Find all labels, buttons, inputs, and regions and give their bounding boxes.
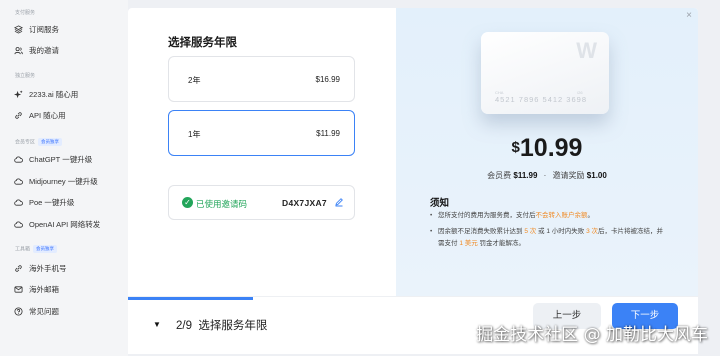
step-indicator: 2/9 选择服务年限 [176, 320, 268, 332]
sidebar-item-label: 海外邮箱 [29, 285, 59, 294]
sidebar-item-2233ai[interactable]: 2233.ai 随心用 [14, 89, 78, 100]
help-icon [14, 307, 23, 316]
virtual-card-image: W CHA /26 4521 7896 5412 3698 [481, 32, 609, 114]
section-title-payment: 支付服务 [15, 10, 36, 16]
notice-item: 您所支付的费用为服务费，支付后不会转入账户余额。 [430, 210, 665, 222]
sidebar-item-label: 2233.ai 随心用 [29, 90, 79, 99]
invite-code-box: ✓ 已使用邀请码 D4X7JXA7 [168, 185, 355, 220]
invite-code: D4X7JXA7 [282, 198, 327, 208]
plan-label: 2年 [188, 76, 201, 85]
check-circle-icon: ✓ [182, 197, 193, 208]
sidebar-item-label: 海外手机号 [29, 264, 67, 273]
card-number: 4521 7896 5412 3698 [495, 95, 587, 104]
sidebar-item-email[interactable]: 海外邮箱 [14, 284, 59, 295]
sidebar-item-label: 常见问题 [29, 307, 59, 316]
sparkle-icon [14, 90, 23, 99]
members-only-badge: 会员独享 [33, 245, 58, 253]
step-progress-bar [128, 297, 254, 300]
collapse-triangle-icon[interactable]: ▼ [153, 320, 161, 329]
section-title-toolbox: 工具箱 会员独享 [15, 245, 58, 253]
sidebar-item-label: Poe 一键升级 [29, 198, 75, 207]
plan-selection-panel: 选择服务年限 2年 $16.99 1年 $11.99 ✓ 已使用邀请码 D4X7… [128, 8, 396, 296]
users-icon [14, 46, 23, 55]
sidebar-item-invites[interactable]: 我的邀请 [14, 45, 59, 56]
plan-price: $11.99 [316, 129, 340, 138]
sidebar-item-api[interactable]: API 随心用 [14, 110, 66, 121]
sidebar-item-label: OpenAI API 网络转发 [29, 220, 101, 229]
close-icon[interactable]: × [686, 10, 692, 21]
plan-price: $16.99 [315, 75, 340, 84]
cloud-icon [14, 220, 23, 229]
sidebar-item-faq[interactable]: 常见问题 [14, 306, 59, 317]
watermark: 掘金技术社区 @ 加勒比大风车 [476, 325, 708, 345]
layers-icon [14, 25, 23, 34]
sidebar-item-chatgpt[interactable]: ChatGPT 一键升级 [14, 154, 92, 165]
section-title-standalone: 独立服务 [15, 73, 36, 79]
sidebar-item-label: Midjourney 一键升级 [29, 177, 98, 186]
sidebar-item-label: 订阅服务 [29, 25, 59, 34]
notice-title: 须知 [430, 198, 450, 209]
cloud-icon [14, 198, 23, 207]
sidebar-item-label: 我的邀请 [29, 46, 59, 55]
plan-label: 1年 [188, 130, 201, 139]
card-brand-logo: W [576, 38, 597, 63]
sidebar-item-phone[interactable]: 海外手机号 [14, 263, 67, 274]
payment-summary-panel: × W CHA /26 4521 7896 5412 3698 $10.99 会… [396, 8, 698, 296]
cloud-icon [14, 177, 23, 186]
fee-breakdown: 会员费 $11.99 · 邀请奖励 $1.00 [487, 171, 607, 180]
plan-option-2-years[interactable]: 2年 $16.99 [168, 56, 355, 102]
sidebar: 支付服务 订阅服务 我的邀请 独立服务 2233.ai 随心用 API 随心用 … [0, 0, 128, 356]
link-icon [14, 111, 23, 120]
edit-pencil-icon[interactable] [334, 197, 344, 207]
subscription-modal: 选择服务年限 2年 $16.99 1年 $11.99 ✓ 已使用邀请码 D4X7… [128, 8, 698, 354]
sidebar-item-subscription[interactable]: 订阅服务 [14, 24, 59, 35]
plan-option-1-year[interactable]: 1年 $11.99 [168, 110, 355, 156]
sidebar-item-label: API 随心用 [29, 111, 66, 120]
sidebar-item-poe[interactable]: Poe 一键升级 [14, 197, 74, 208]
section-title-members: 会员专区 会员独享 [15, 138, 63, 146]
notice-item: 因余额不足消费失败累计达到 5 次 或 1 小时内失败 3 次后，卡片将被冻结，… [430, 226, 665, 250]
page-title: 选择服务年限 [168, 37, 237, 49]
notice-list: 您所支付的费用为服务费，支付后不会转入账户余额。 因余额不足消费失败累计达到 5… [430, 210, 665, 250]
invite-status: 已使用邀请码 [196, 199, 248, 209]
sidebar-item-midjourney[interactable]: Midjourney 一键升级 [14, 176, 98, 187]
sidebar-item-label: ChatGPT 一键升级 [29, 155, 93, 164]
members-only-badge: 会员独享 [38, 138, 63, 146]
sidebar-item-openai-api[interactable]: OpenAI API 网络转发 [14, 219, 100, 230]
link-icon [14, 264, 23, 273]
mail-icon [14, 285, 23, 294]
total-price: $10.99 [511, 134, 583, 162]
cloud-icon [14, 155, 23, 164]
